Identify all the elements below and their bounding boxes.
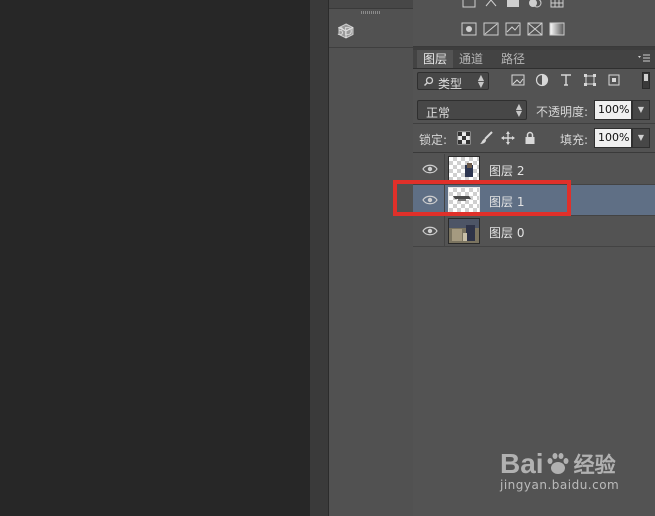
collapsed-panel-dock: 3D	[328, 0, 414, 516]
eye-icon[interactable]	[422, 162, 438, 176]
balance-icon[interactable]	[483, 0, 499, 10]
grid-icon[interactable]	[549, 0, 565, 10]
watermark: Bai 经验 jingyan.baidu.com	[500, 448, 619, 492]
layer-0-thumbnail-photo	[449, 219, 479, 243]
shape-filter-icon[interactable]	[581, 72, 599, 88]
invert-icon[interactable]	[461, 22, 477, 36]
threshold-icon[interactable]	[505, 22, 521, 36]
watermark-brand: Bai 经验	[500, 448, 619, 480]
right-panel-column: 图层 通道 路径 类型 ▲ ▼ 正常 ▲ ▼ 不透明度: 100% ▼ 锁定: …	[413, 0, 655, 516]
dock-top-strip	[329, 0, 413, 9]
watermark-url: jingyan.baidu.com	[500, 478, 620, 492]
levels-icon[interactable]	[461, 0, 477, 10]
dock-separator	[329, 47, 413, 48]
photo-filter-icon[interactable]	[527, 0, 543, 10]
visibility-separator	[444, 216, 445, 246]
layer-thumbnail[interactable]	[448, 156, 480, 182]
layer-name[interactable]: 图层 0	[489, 224, 524, 241]
lock-fill-row: 锁定: 填充: 100% ▼	[413, 125, 655, 153]
pixel-filter-icon[interactable]	[509, 72, 527, 88]
brush-icon[interactable]	[479, 131, 493, 145]
adjustments-row-2	[461, 22, 565, 36]
opacity-dropdown[interactable]: ▼	[632, 100, 650, 120]
search-icon	[423, 76, 434, 87]
selective-color-icon[interactable]	[527, 22, 543, 36]
lock-icon[interactable]	[523, 131, 537, 145]
layer-row-0[interactable]: 图层 0	[413, 216, 655, 247]
filter-kind-value: 类型	[438, 77, 463, 91]
smart-object-filter-icon[interactable]	[605, 72, 623, 88]
lock-transparency-icon[interactable]	[457, 131, 471, 145]
blend-mode-value: 正常	[426, 106, 451, 120]
layer-thumbnail[interactable]	[448, 218, 480, 244]
dock-3d-button[interactable]: 3D	[337, 20, 407, 42]
filter-kind-select[interactable]: 类型 ▲ ▼	[417, 72, 489, 91]
fill-input[interactable]: 100%	[594, 128, 632, 148]
dock-3d-label: 3D	[337, 24, 353, 38]
canvas-area[interactable]	[0, 0, 310, 516]
layer-filter-row: 类型 ▲ ▼	[413, 70, 655, 94]
layer-name[interactable]: 图层 2	[489, 162, 524, 179]
bw-icon[interactable]	[505, 0, 521, 10]
tab-paths[interactable]: 路径	[495, 50, 531, 68]
opacity-label: 不透明度:	[536, 105, 589, 119]
watermark-brand-text: Bai	[500, 448, 544, 479]
move-icon[interactable]	[501, 131, 515, 145]
filter-toggle-switch[interactable]	[642, 72, 650, 89]
fill-dropdown[interactable]: ▼	[632, 128, 650, 148]
layers-panel-tabs: 图层 通道 路径	[413, 50, 655, 69]
eye-icon[interactable]	[422, 224, 438, 238]
tab-channels[interactable]: 通道	[453, 50, 489, 68]
tab-layers[interactable]: 图层	[417, 50, 454, 68]
opacity-input[interactable]: 100%	[594, 100, 632, 120]
watermark-brand-suffix: 经验	[573, 454, 616, 477]
type-filter-icon[interactable]	[557, 72, 575, 88]
lock-icons	[457, 131, 537, 145]
gradient-map-icon[interactable]	[549, 22, 565, 36]
canvas-scroll-edge	[310, 0, 328, 516]
layer-2-thumbnail-image	[465, 163, 473, 177]
filter-icons	[509, 72, 623, 88]
chevron-updown-icon: ▲ ▼	[515, 102, 522, 118]
panel-menu-icon[interactable]	[637, 53, 651, 65]
posterize-icon[interactable]	[483, 22, 499, 36]
adjustments-panel	[413, 0, 655, 47]
blend-opacity-row: 正常 ▲ ▼ 不透明度: 100% ▼	[413, 97, 655, 124]
annotation-highlight-box	[393, 180, 571, 216]
blend-mode-select[interactable]: 正常 ▲ ▼	[417, 100, 527, 120]
fill-label: 填充:	[560, 133, 589, 147]
chevron-updown-icon: ▲ ▼	[477, 73, 484, 89]
dock-grip[interactable]	[361, 11, 381, 14]
adjustments-row-1	[461, 0, 565, 10]
paw-icon	[547, 453, 569, 474]
lock-label: 锁定:	[419, 133, 448, 147]
adjustment-filter-icon[interactable]	[533, 72, 551, 88]
